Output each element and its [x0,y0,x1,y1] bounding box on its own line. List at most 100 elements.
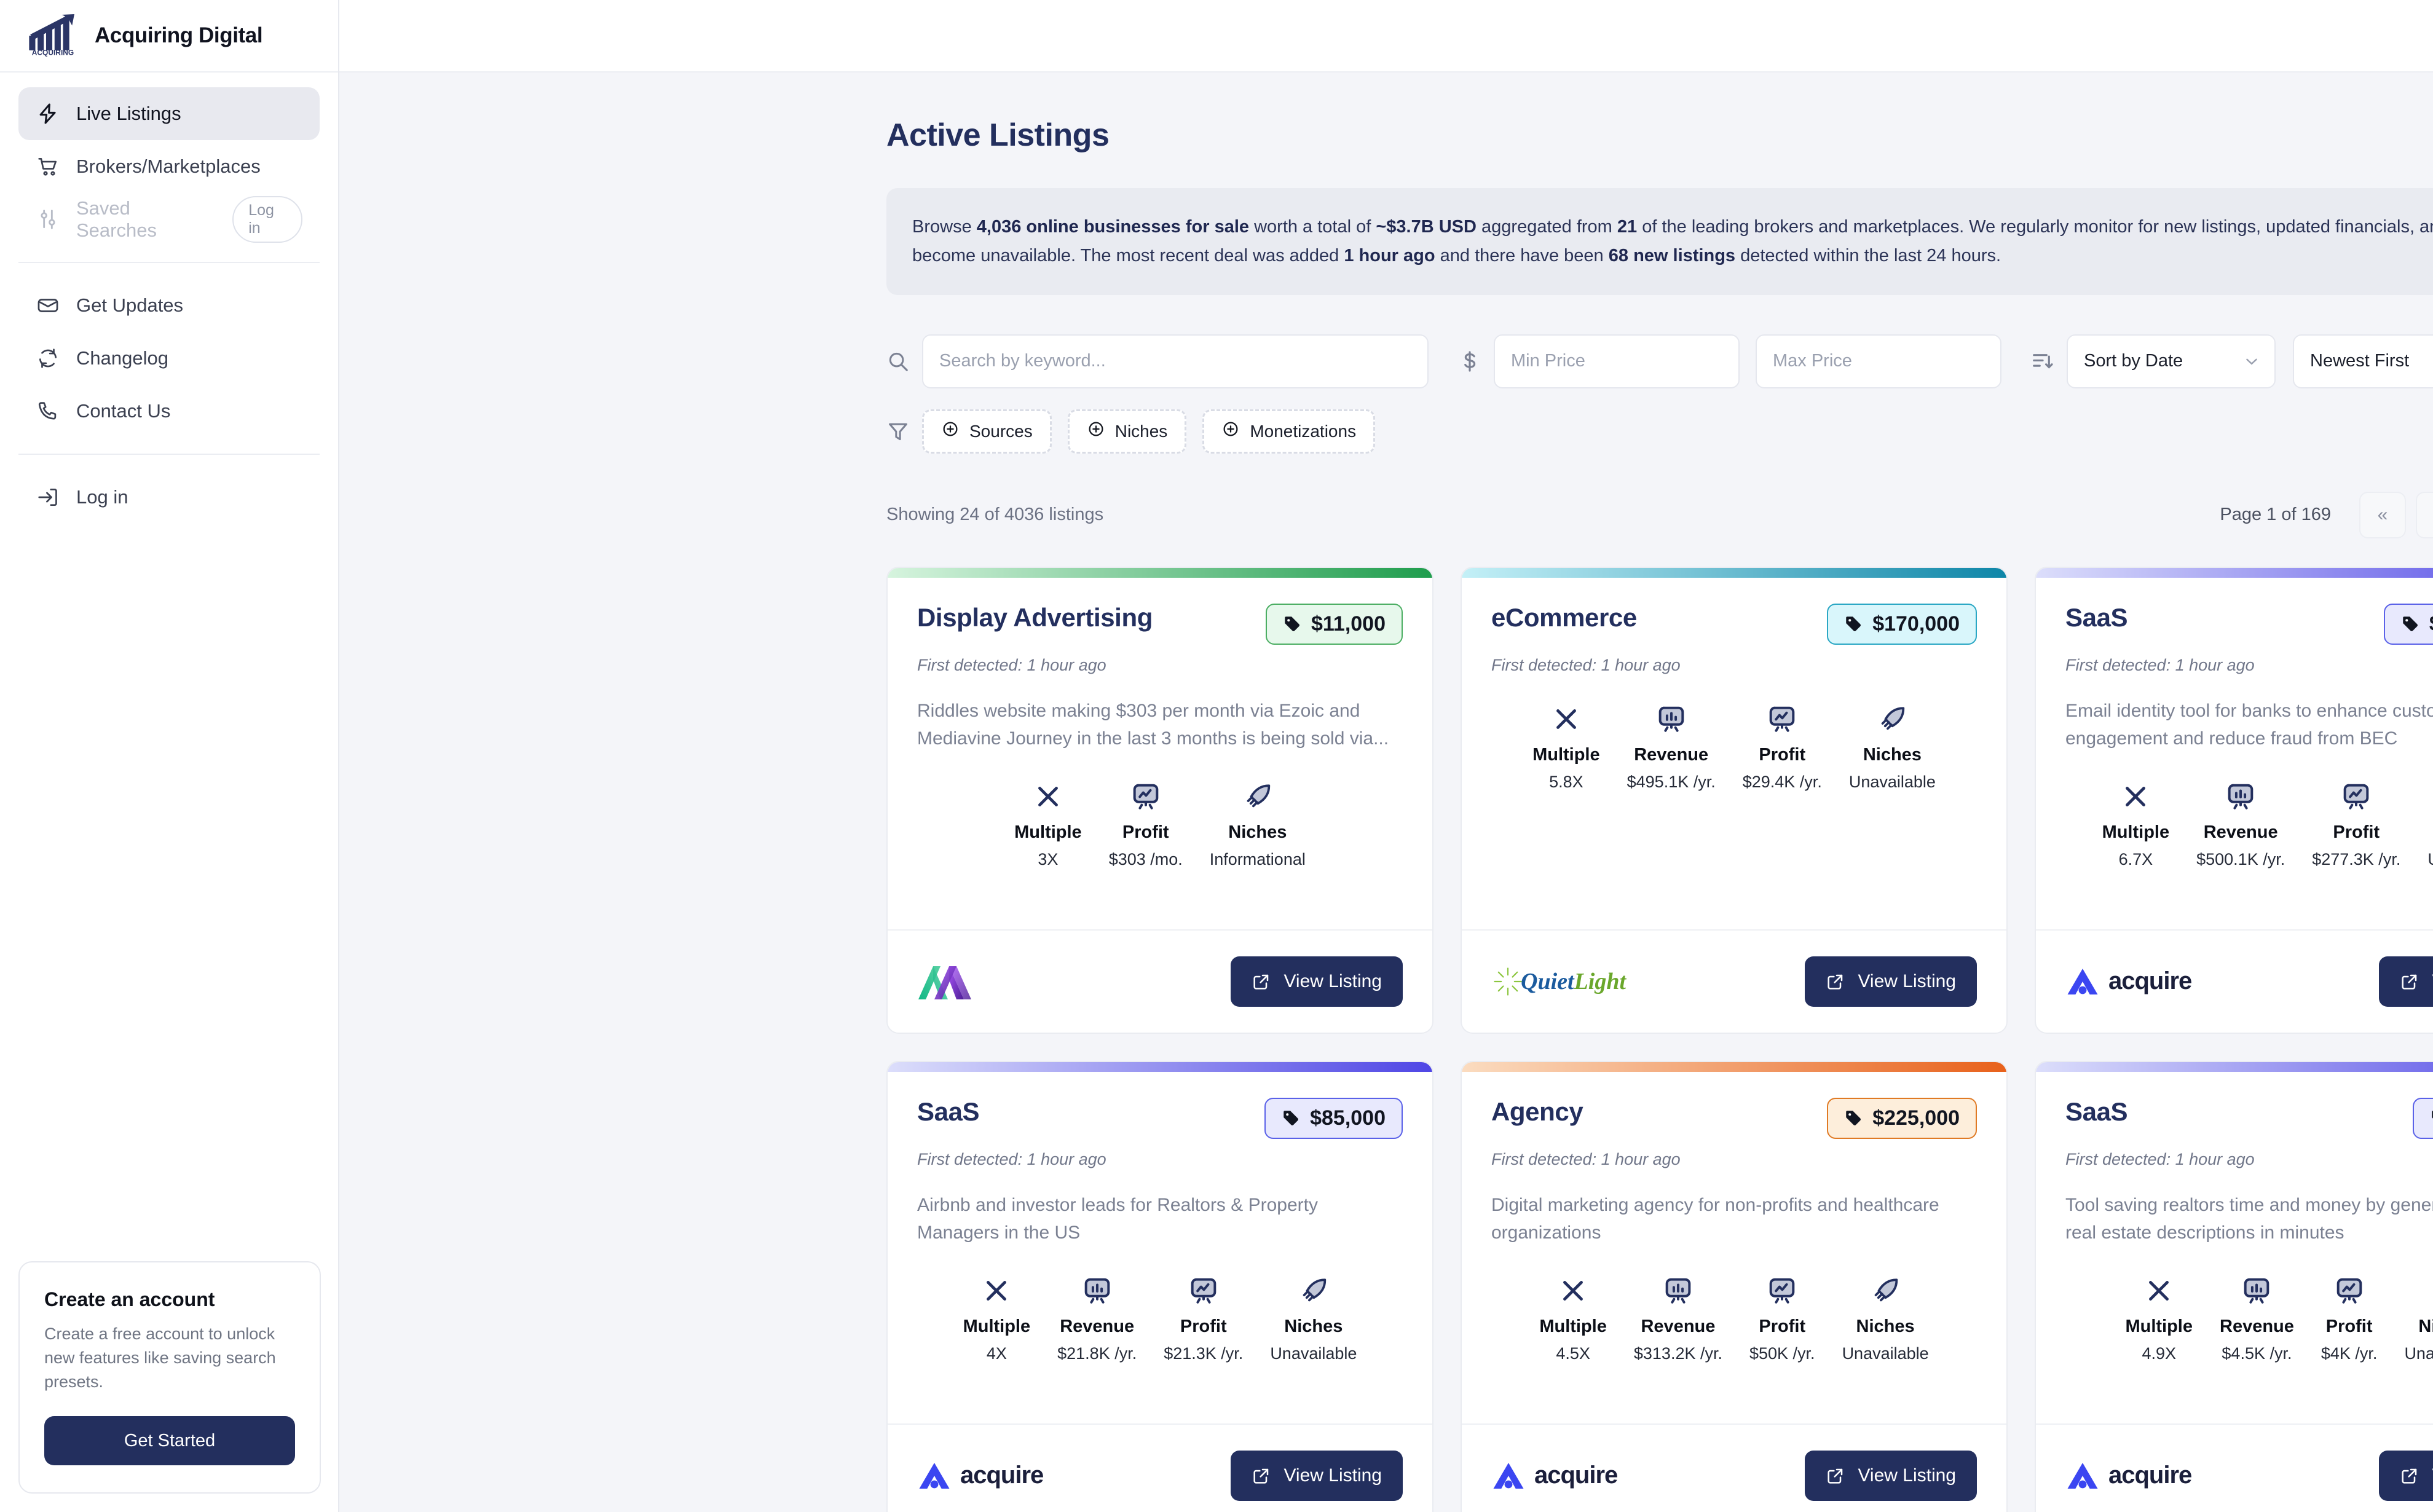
revenue-chart-icon [2196,779,2285,814]
listing-card[interactable]: eCommerce $170,000 First detected: 1 hou… [1461,566,2008,1034]
view-listing-button[interactable]: View Listing [1805,956,1977,1007]
previous-page-button[interactable]: ‹ [2416,491,2433,538]
phone-icon [36,399,60,423]
notice-text-6: detected within the last 24 hours. [1735,245,2001,266]
listing-stat: Profit $303 /mo. [1095,779,1196,869]
listing-card-header: Agency $225,000 [1491,1097,1977,1139]
sidebar-item-contact-us[interactable]: Contact Us [18,385,320,438]
cart-icon [36,154,60,179]
view-listing-button[interactable]: View Listing [1805,1450,1977,1501]
listing-stat-value: Unavailable [2427,850,2433,869]
listing-stat-label: Niches [2427,822,2433,843]
listing-card[interactable]: Agency $225,000 First detected: 1 hour a… [1461,1060,2008,1512]
listing-card[interactable]: SaaS $19,670 First detected: 1 hour ago … [2035,1060,2433,1512]
acquire-logo-icon: acquire [1491,1460,1618,1492]
tag-icon [2401,615,2419,633]
sort-direction-select[interactable]: Newest First [2293,334,2433,388]
listing-price: $11,000 [1311,612,1386,636]
brand[interactable]: ACQUIRING Acquiring Digital [0,0,338,73]
quietlight-logo-icon: Quiet Light [1491,964,1626,999]
rocket-icon [1849,702,1936,736]
listing-card-header: SaaS $1,852,087 [2065,602,2433,645]
listing-card-body: Agency $225,000 First detected: 1 hour a… [1462,1072,2006,1423]
listing-stat: Profit $21.3K /yr. [1150,1274,1256,1363]
listing-stat: Revenue $500.1K /yr. [2183,779,2298,869]
notice-text-5: and there have been [1435,245,1609,266]
listing-stat-value: $495.1K /yr. [1627,772,1716,791]
sidebar-item-saved-searches[interactable]: Saved Searches Log in [18,193,320,246]
listing-stat: Niches Unavailable [1836,702,1949,792]
sidebar-item-changelog[interactable]: Changelog [18,332,320,385]
listing-title: SaaS [2065,602,2128,632]
listing-stat-label: Profit [1180,1316,1227,1336]
funnel-icon [886,420,922,443]
tag-icon [2430,1109,2433,1127]
sidebar-item-brokers-marketplaces[interactable]: Brokers/Marketplaces [18,140,320,193]
listing-price-badge: $225,000 [1827,1097,1977,1139]
listing-stats: Multiple 6.7X Revenue $500.1K /yr. Profi… [2065,779,2433,869]
listing-card-footer: acquire View Listing [1462,1423,2006,1512]
listing-first-detected: First detected: 1 hour ago [917,1149,1106,1168]
view-listing-button[interactable]: View Listing [1231,1450,1403,1501]
get-started-button[interactable]: Get Started [44,1416,295,1465]
listing-stat-label: Multiple [1539,1316,1607,1336]
search-input[interactable] [922,334,1429,388]
sidebar-item-log-in[interactable]: Log in [18,471,320,524]
view-listing-button[interactable]: View Listing [2379,956,2433,1007]
profit-chart-icon [2321,1274,2378,1308]
acquire-logo-icon: acquire [2065,1460,2192,1492]
acquire-logo-icon: acquire [2065,966,2192,998]
listing-stat-value: $500.1K /yr. [2196,849,2285,868]
profit-chart-icon [1109,779,1183,814]
listing-broker-logo: acquire [917,1452,1044,1499]
sidebar-item-label: Changelog [76,347,168,369]
revenue-chart-icon [2220,1274,2294,1308]
listing-stat: Revenue $495.1K /yr. [1614,702,1729,792]
rocket-icon [1270,1274,1357,1308]
listing-stat-value: $21.3K /yr. [1164,1344,1244,1363]
external-link-icon [1252,1466,1271,1486]
view-listing-button[interactable]: View Listing [1231,956,1403,1007]
listing-card[interactable]: SaaS $1,852,087 First detected: 1 hour a… [2035,566,2433,1034]
rocket-icon [2404,1274,2433,1308]
filter-chip-niches[interactable]: Niches [1067,409,1187,454]
view-listing-label: View Listing [1284,1465,1382,1486]
top-bar [339,0,2433,73]
listing-first-detected: First detected: 1 hour ago [1491,1149,1681,1168]
sidebar-nav-auth: Log in [0,471,338,524]
sidebar-item-get-updates[interactable]: Get Updates [18,279,320,332]
listing-stat-label: Revenue [1641,1316,1716,1336]
listing-card[interactable]: SaaS $85,000 First detected: 1 hour ago … [886,1060,1433,1512]
listing-stat-label: Profit [1759,744,1806,765]
listing-description: Digital marketing agency for non-profits… [1491,1194,1939,1243]
max-price-input[interactable] [1756,334,2001,388]
first-page-button[interactable]: « [2359,491,2406,538]
listing-stat-value: Informational [1209,849,1306,868]
listing-description: Tool saving realtors time and money by g… [2065,1194,2433,1243]
sidebar-item-live-listings[interactable]: Live Listings [18,87,320,140]
external-link-icon [1826,1466,1845,1486]
filter-chip-sources[interactable]: Sources [922,409,1052,454]
sidebar-item-label: Saved Searches [76,197,157,241]
min-price-input[interactable] [1494,334,1740,388]
listing-stats: Multiple 3X Profit $303 /mo. Niches Info… [917,779,1403,869]
filter-chip-monetizations[interactable]: Monetizations [1202,409,1376,454]
view-listing-button[interactable]: View Listing [2379,1450,2433,1501]
listing-stat: Revenue $21.8K /yr. [1044,1274,1150,1363]
listing-stats: Multiple 4.5X Revenue $313.2K /yr. Profi… [1491,1274,1977,1363]
rocket-icon [1842,1274,1929,1308]
sort-by-select[interactable]: Sort by Date [2067,334,2276,388]
sidebar-item-label: Get Updates [76,294,184,316]
listing-title: SaaS [2065,1097,2128,1126]
listing-stat: Profit $29.4K /yr. [1729,702,1836,792]
listing-card[interactable]: Display Advertising $11,000 First detect… [886,566,1433,1034]
listing-card-footer: acquire View Listing [2036,929,2433,1033]
saved-searches-login-pill[interactable]: Log in [232,196,302,243]
brand-name: Acquiring Digital [95,23,263,47]
notice-last-added: 1 hour ago [1344,245,1435,266]
multiple-x-icon [2102,779,2170,814]
listing-stat-label: Multiple [2125,1316,2193,1336]
listing-stat: Multiple 4.9X [2112,1274,2206,1363]
chip-label: Monetizations [1250,421,1357,441]
tag-icon [1844,1109,1863,1127]
